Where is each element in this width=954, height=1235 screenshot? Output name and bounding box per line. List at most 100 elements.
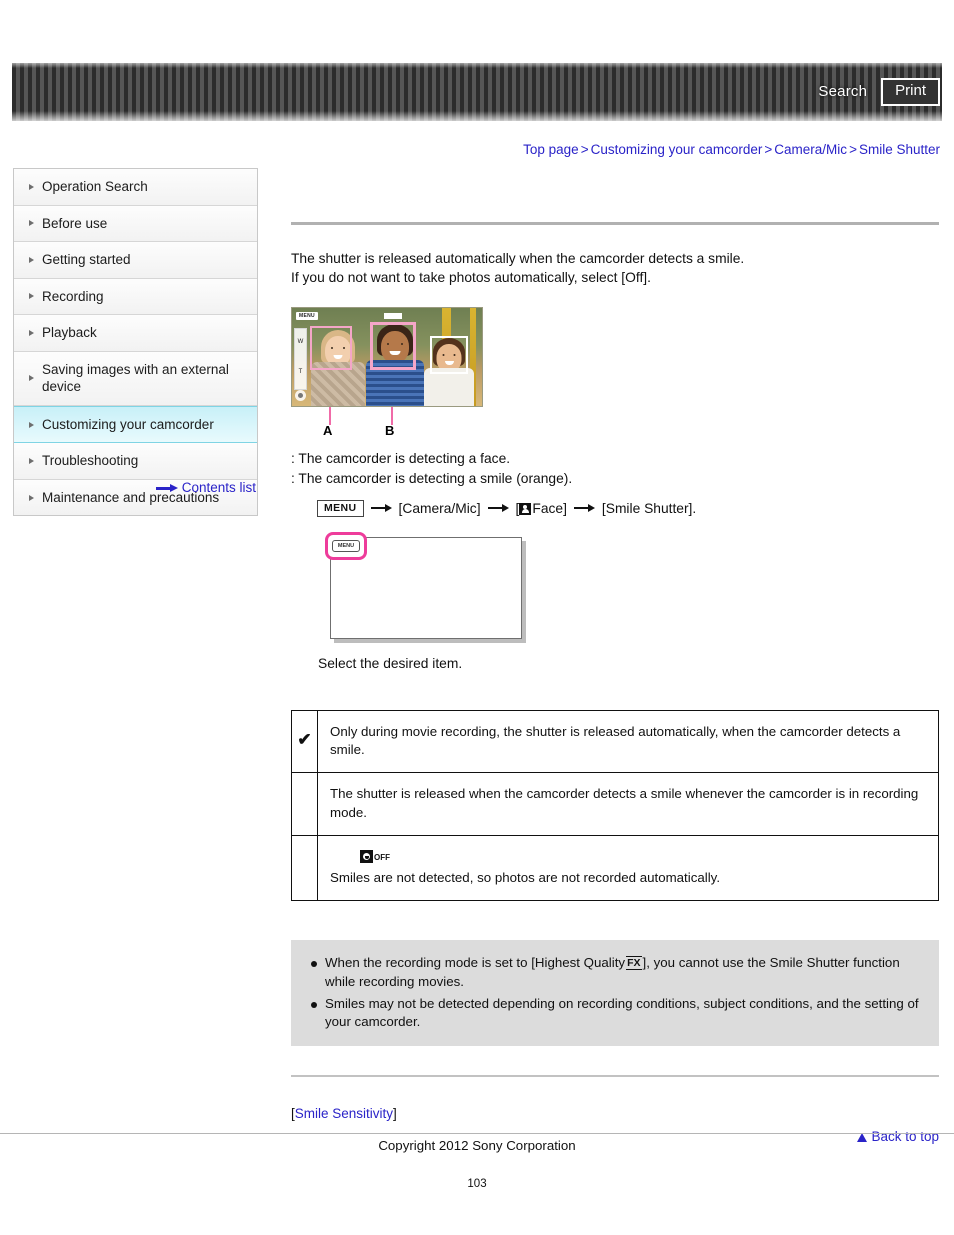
off-label: OFF — [374, 853, 390, 862]
note-item: Smiles may not be detected depending on … — [311, 995, 923, 1033]
menu-path-step-smile-shutter[interactable]: [Smile Shutter]. — [602, 501, 696, 516]
chevron-right-icon — [29, 293, 34, 300]
sidebar-navigation: Operation Search Before use Getting star… — [13, 168, 258, 517]
breadcrumb-separator: > — [849, 142, 857, 157]
table-cell-mark — [291, 772, 318, 836]
face-detection-frame-c — [430, 335, 468, 374]
smile-glyph — [360, 850, 373, 863]
sidebar-item-saving-images[interactable]: Saving images with an external device — [14, 351, 257, 406]
smile-detection-frame-b — [370, 321, 416, 370]
arrow-right-icon — [573, 503, 595, 513]
option-description: Smiles are not detected, so photos are n… — [330, 869, 721, 885]
contents-list-link-wrap: Contents list — [13, 480, 258, 495]
legend-line-b: : The camcorder is detecting a smile (or… — [291, 470, 573, 486]
sidebar-item-label: Recording — [42, 288, 104, 304]
menu-path-step-face[interactable]: [Face] — [516, 501, 567, 516]
intro-line-1: The shutter is released automatically wh… — [291, 251, 745, 266]
chevron-right-icon — [29, 329, 34, 336]
menu-path-step-camera-mic[interactable]: [Camera/Mic] — [399, 501, 481, 516]
chevron-right-icon — [29, 375, 34, 382]
table-row: OFF Smiles are not detected, so photos a… — [291, 835, 939, 901]
rec-status-chip — [384, 312, 402, 319]
content-top-divider — [291, 222, 939, 225]
menu-location-diagram: MENU — [325, 531, 527, 644]
smile-sensitivity-link[interactable]: Smile Sensitivity — [295, 1106, 393, 1121]
sidebar-item-label: Playback — [42, 325, 97, 341]
sidebar-item-label: Operation Search — [42, 179, 148, 194]
sidebar-item-label: Saving images with an external device — [42, 361, 229, 395]
lcd-menu-chip: MENU — [296, 311, 318, 320]
note-text-part-1: When the recording mode is set to [Highe… — [325, 954, 626, 970]
sidebar-item-recording[interactable]: Recording — [14, 278, 257, 316]
chevron-right-icon — [29, 256, 34, 263]
table-row: ✔ Only during movie recording, the shutt… — [291, 709, 939, 774]
bracket-close: ] — [393, 1106, 397, 1122]
contents-list-link[interactable]: Contents list — [182, 480, 256, 495]
chevron-right-icon — [29, 458, 34, 465]
breadcrumb-separator: > — [764, 142, 773, 157]
callout-label-a: A — [323, 422, 333, 438]
sidebar-item-label: Customizing your camcorder — [42, 416, 214, 432]
note-item: When the recording mode is set to [Highe… — [311, 954, 923, 992]
legend-line-a: : The camcorder is detecting a face. — [291, 450, 511, 466]
content-bottom-divider — [291, 1075, 939, 1078]
chevron-right-icon — [29, 494, 34, 501]
breadcrumb-item-top-page[interactable]: Top page — [523, 142, 579, 157]
camera-screen-image: MENU W T — [291, 306, 483, 407]
sidebar-item-troubleshooting[interactable]: Troubleshooting — [14, 443, 257, 480]
table-cell-mark — [291, 835, 318, 901]
menu-button-highlight[interactable]: MENU — [325, 531, 367, 560]
zoom-bar: W T — [294, 327, 307, 390]
record-button-icon — [295, 389, 306, 401]
arrow-right-icon — [155, 483, 178, 493]
main-content: The shutter is released automatically wh… — [291, 168, 939, 1144]
intro-line-2: If you do not want to take photos automa… — [291, 269, 651, 285]
sidebar-item-label: Getting started — [42, 252, 131, 268]
copyright-text: Copyright 2012 Sony Corporation — [378, 1138, 576, 1153]
page-footer-divider — [0, 1133, 954, 1134]
menu-button-icon[interactable]: MENU — [317, 499, 364, 517]
option-description: The shutter is released when the camcord… — [330, 786, 919, 821]
zoom-w-label: W — [297, 338, 304, 345]
breadcrumb-item-camera-mic[interactable]: Camera/Mic — [774, 142, 847, 157]
sidebar-item-playback[interactable]: Playback — [14, 315, 257, 352]
callout-label-b: B — [385, 422, 395, 438]
intro-paragraph: The shutter is released automatically wh… — [291, 250, 939, 288]
face-detection-frame-a — [310, 325, 352, 370]
header-banner — [12, 63, 942, 121]
table-cell-mark: ✔ — [291, 709, 318, 774]
note-text-part-1: Smiles may not be detected depending on … — [325, 995, 919, 1030]
page-number: 103 — [467, 1178, 487, 1190]
arrow-right-icon — [370, 503, 392, 513]
table-row: The shutter is released when the camcord… — [291, 772, 939, 836]
sidebar-item-customizing-your-camcorder[interactable]: Customizing your camcorder — [14, 405, 257, 444]
menu-path: MENU [Camera/Mic] [Face] [Smile Shutter]… — [317, 499, 939, 517]
smile-off-icon: OFF — [360, 848, 390, 867]
chevron-right-icon — [29, 421, 34, 428]
breadcrumb-separator: > — [580, 142, 589, 157]
breadcrumb-item-smile-shutter[interactable]: Smile Shutter — [859, 142, 940, 157]
sidebar-item-operation-search[interactable]: Operation Search — [14, 169, 257, 206]
print-button[interactable]: Print — [881, 78, 940, 106]
option-description: Only during movie recording, the shutter… — [330, 723, 901, 758]
fx-icon: FX — [626, 955, 642, 970]
checkmark-icon: ✔ — [297, 730, 312, 750]
sidebar-item-label: Troubleshooting — [42, 453, 139, 469]
table-cell-description: Only during movie recording, the shutter… — [317, 709, 939, 774]
breadcrumb-item-customizing[interactable]: Customizing your camcorder — [591, 142, 763, 157]
header-controls: Search Print — [818, 78, 940, 106]
help-guide-page: Search Print Top page > Customizing your c… — [0, 0, 954, 1235]
figure-legend: : The camcorder is detecting a face. : T… — [291, 449, 939, 489]
lcd-menu-chip: MENU — [331, 539, 361, 552]
related-link-row: [Smile Sensitivity] — [291, 1106, 939, 1121]
arrow-right-icon — [487, 503, 509, 513]
table-cell-description: OFF Smiles are not detected, so photos a… — [317, 835, 939, 901]
breadcrumb: Top page > Customizing your camcorder > Came… — [523, 142, 940, 157]
sidebar-item-before-use[interactable]: Before use — [14, 205, 257, 243]
notes-box: When the recording mode is set to [Highe… — [291, 939, 939, 1047]
search-label[interactable]: Search — [818, 83, 867, 100]
chevron-right-icon — [29, 183, 34, 190]
sidebar-item-label: Before use — [42, 215, 108, 231]
notes-list: When the recording mode is set to [Highe… — [305, 954, 923, 1033]
sidebar-item-getting-started[interactable]: Getting started — [14, 242, 257, 279]
